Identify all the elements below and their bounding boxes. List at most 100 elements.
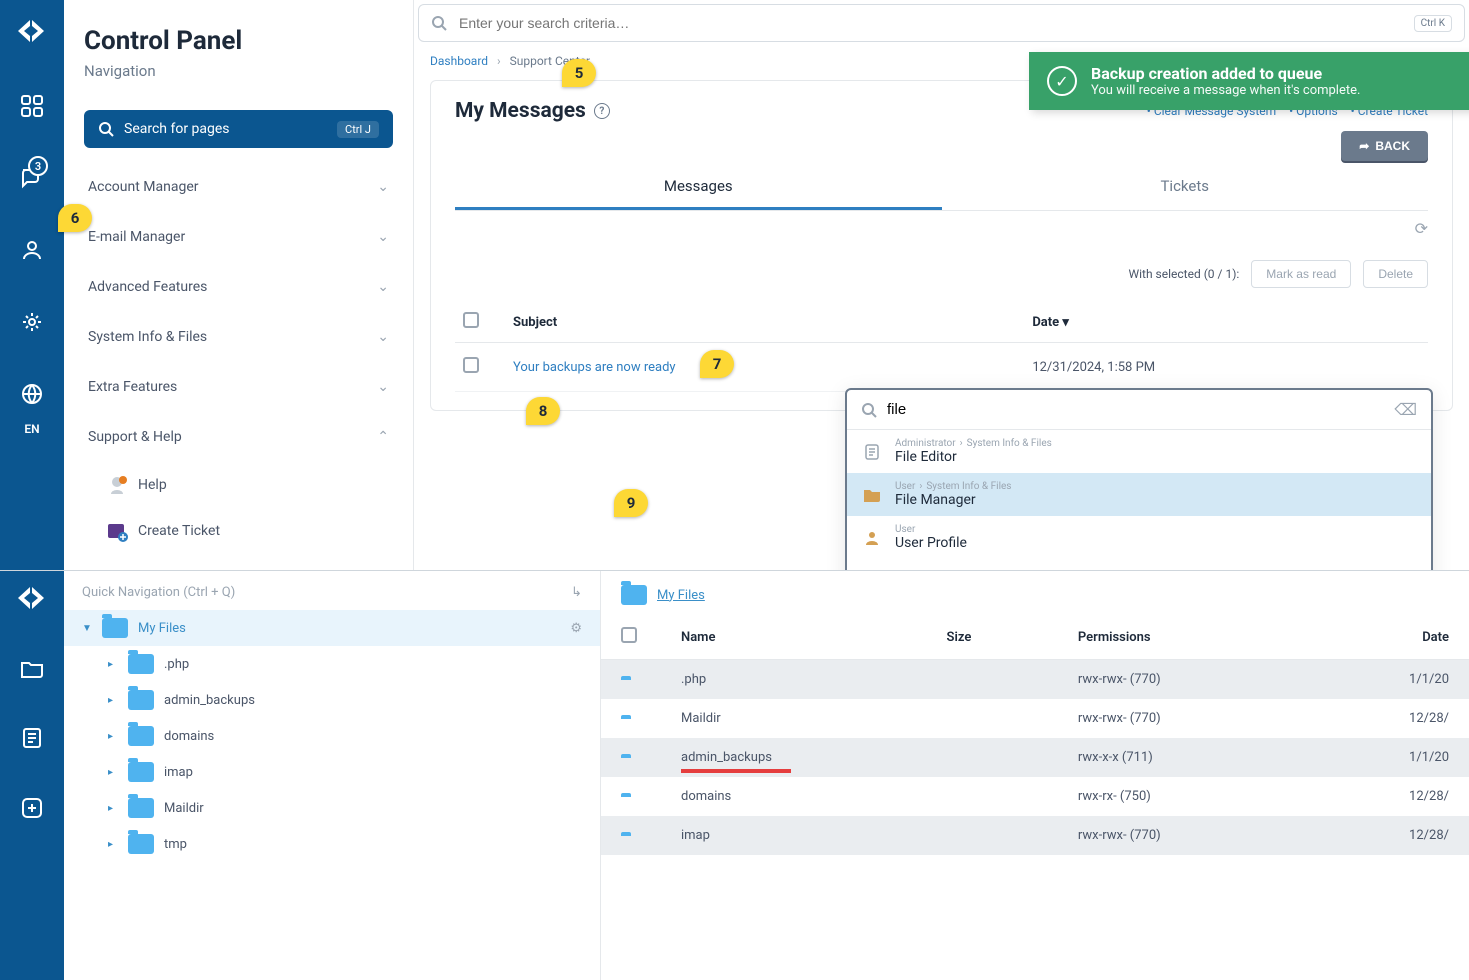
caret-right-icon: ▸	[108, 767, 118, 778]
tabs: Messages Tickets	[455, 165, 1428, 211]
select-all-checkbox[interactable]	[621, 627, 637, 643]
tree-root[interactable]: ▼ My Files ⚙	[64, 610, 600, 646]
messages-icon[interactable]: 3	[18, 164, 46, 192]
tree-item[interactable]: ▸domains	[82, 718, 582, 754]
messages-panel: My Messages? Clear Message System Option…	[430, 80, 1453, 411]
callout-8: 8	[526, 397, 560, 425]
table-row[interactable]: domainsrwx-rx- (750)12/28/	[601, 777, 1469, 816]
help-icon[interactable]: ?	[594, 103, 610, 119]
file-size	[927, 777, 1058, 816]
caret-down-icon: ▼	[82, 623, 92, 634]
check-icon: ✓	[1047, 66, 1077, 96]
th-size[interactable]: Size	[927, 615, 1058, 660]
enter-icon[interactable]: ↳	[571, 585, 582, 600]
message-date: 12/31/2024, 1:58 PM	[1024, 343, 1428, 392]
settings-icon[interactable]: ⚙	[570, 621, 582, 636]
sidebar-title: Control Panel	[84, 26, 393, 56]
search-input[interactable]	[459, 15, 1402, 31]
document-icon[interactable]	[21, 727, 43, 753]
table-row[interactable]: admin_backupsrwx-x-x (711)1/1/20	[601, 738, 1469, 777]
search-pages-button[interactable]: Search for pages Ctrl J	[84, 110, 393, 148]
nav-help[interactable]: Help	[84, 462, 393, 508]
search-result-user-profile[interactable]: UserUser Profile	[847, 516, 1431, 559]
clear-icon[interactable]: ⌫	[1394, 400, 1417, 419]
gear-icon[interactable]	[18, 308, 46, 336]
chevron-up-icon: ⌃	[377, 429, 389, 445]
message-link[interactable]: Your backups are now ready	[513, 360, 676, 375]
toast-title: Backup creation added to queue	[1091, 64, 1360, 83]
tab-tickets[interactable]: Tickets	[942, 165, 1429, 210]
caret-right-icon: ▸	[108, 839, 118, 850]
dashboard-icon[interactable]	[18, 92, 46, 120]
sidebar: Control Panel Navigation Search for page…	[64, 0, 414, 570]
caret-right-icon: ▸	[108, 695, 118, 706]
search-result-file-manager[interactable]: User›System Info & FilesFile Manager	[847, 473, 1431, 516]
messages-badge: 3	[28, 156, 48, 176]
popup-search-input[interactable]	[887, 401, 1384, 418]
nav-advanced-features[interactable]: Advanced Features⌄	[84, 262, 393, 312]
search-result-file-editor[interactable]: Administrator›System Info & FilesFile Ed…	[847, 430, 1431, 473]
folder-icon	[861, 484, 883, 506]
table-row[interactable]: .phprwx-rwx- (770)1/1/20	[601, 660, 1469, 700]
nav-system-info-files[interactable]: System Info & Files⌄	[84, 312, 393, 362]
table-row[interactable]: imaprwx-rwx- (770)12/28/	[601, 816, 1469, 855]
help-icon	[106, 474, 128, 496]
file-perm: rwx-x-x (711)	[1058, 738, 1307, 777]
th-date[interactable]: Date	[1307, 615, 1469, 660]
chevron-down-icon: ⌄	[377, 379, 389, 395]
file-date: 12/28/	[1307, 816, 1469, 855]
tab-messages[interactable]: Messages	[455, 165, 942, 210]
caret-right-icon: ▸	[108, 659, 118, 670]
files-breadcrumb[interactable]: My Files	[601, 585, 1469, 615]
back-button[interactable]: ➦BACK	[1341, 131, 1428, 161]
nav-account-manager[interactable]: Account Manager⌄	[84, 162, 393, 212]
file-perm: rwx-rx- (750)	[1058, 777, 1307, 816]
th-permissions[interactable]: Permissions	[1058, 615, 1307, 660]
tree-item[interactable]: ▸imap	[82, 754, 582, 790]
nav-support-help[interactable]: Support & Help⌃	[84, 412, 393, 462]
callout-6: 6	[58, 204, 92, 232]
app-logo	[16, 585, 48, 615]
tree-item[interactable]: ▸tmp	[82, 826, 582, 862]
chevron-down-icon: ⌄	[377, 329, 389, 345]
folder-icon[interactable]	[20, 659, 44, 683]
refresh-icon[interactable]: ⟳	[1415, 219, 1428, 238]
select-all-checkbox[interactable]	[463, 312, 479, 328]
th-date[interactable]: Date ▾	[1024, 302, 1428, 343]
row-checkbox[interactable]	[463, 357, 479, 373]
globe-icon[interactable]	[18, 380, 46, 408]
folder-icon	[128, 762, 154, 782]
nav-extra-features[interactable]: Extra Features⌄	[84, 362, 393, 412]
mark-read-button[interactable]: Mark as read	[1251, 260, 1351, 288]
breadcrumb-dashboard[interactable]: Dashboard	[430, 54, 488, 68]
table-row[interactable]: Maildirrwx-rwx- (770)12/28/	[601, 699, 1469, 738]
files-table: Name Size Permissions Date .phprwx-rwx- …	[601, 615, 1469, 855]
back-arrow-icon: ➦	[1359, 139, 1369, 153]
callout-9: 9	[614, 489, 648, 517]
app-logo	[16, 18, 48, 48]
file-date: 1/1/20	[1307, 660, 1469, 700]
folder-icon	[128, 690, 154, 710]
file-size	[927, 738, 1058, 777]
th-name[interactable]: Name	[661, 615, 927, 660]
tree-item[interactable]: ▸Maildir	[82, 790, 582, 826]
user-icon[interactable]	[18, 236, 46, 264]
search-icon	[431, 15, 447, 31]
toast-message: You will receive a message when it's com…	[1091, 83, 1360, 98]
table-row[interactable]: Your backups are now ready 12/31/2024, 1…	[455, 343, 1428, 392]
search-icon	[98, 121, 114, 137]
nav-email-manager[interactable]: E-mail Manager⌄	[84, 212, 393, 262]
nav-create-ticket[interactable]: Create Ticket	[84, 508, 393, 554]
language-label[interactable]: EN	[24, 422, 39, 436]
tree-item[interactable]: ▸.php	[82, 646, 582, 682]
file-size	[927, 816, 1058, 855]
plus-icon[interactable]	[21, 797, 43, 823]
messages-table: Subject Date ▾ Your backups are now read…	[455, 302, 1428, 392]
sort-desc-icon: ▾	[1062, 315, 1069, 330]
global-search[interactable]: Ctrl K	[418, 4, 1465, 42]
delete-button[interactable]: Delete	[1363, 260, 1428, 288]
th-subject[interactable]: Subject	[505, 302, 1024, 343]
search-popup: ⌫ Administrator›System Info & FilesFile …	[845, 388, 1433, 593]
callout-5: 5	[562, 59, 596, 87]
tree-item[interactable]: ▸admin_backups	[82, 682, 582, 718]
